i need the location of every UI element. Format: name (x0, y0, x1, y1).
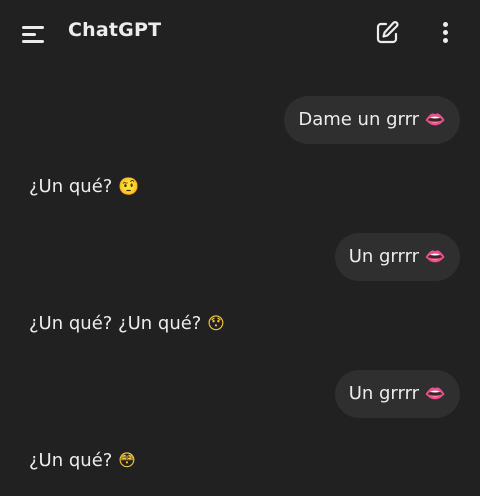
assistant-message: ¿Un qué? ¿Un qué? 😯 (29, 313, 225, 334)
raised-eyebrow-emoji-icon: 🤨 (118, 177, 140, 197)
user-message-bubble[interactable]: Un grrrr 👄 (334, 370, 460, 418)
menu-icon[interactable] (20, 22, 48, 44)
menu-line (22, 40, 44, 43)
message-text: Dame un grrr (298, 109, 420, 130)
dot (443, 38, 448, 43)
lips-emoji-icon: 👄 (424, 384, 446, 404)
dot (443, 30, 448, 35)
chat-screen: ChatGPT Dame un grrr 👄 ¿Un qué? 🤨 Un grr… (0, 0, 480, 496)
message-text: Un grrrr (348, 246, 420, 267)
user-message-bubble[interactable]: Un grrrr 👄 (334, 233, 460, 281)
message-text: ¿Un qué? ¿Un qué? (29, 313, 202, 334)
message-text: Un grrrr (348, 383, 420, 404)
app-title: ChatGPT (68, 19, 162, 41)
user-message-bubble[interactable]: Dame un grrr 👄 (284, 96, 460, 144)
menu-line (22, 33, 36, 36)
assistant-message: ¿Un qué? 😳 (29, 450, 136, 471)
top-app-bar: ChatGPT (0, 0, 480, 64)
lips-emoji-icon: 👄 (424, 247, 446, 267)
hushed-face-emoji-icon: 😯 (207, 314, 225, 334)
dot (443, 22, 448, 27)
menu-line (22, 26, 44, 29)
flushed-face-emoji-icon: 😳 (118, 451, 136, 471)
edit-icon[interactable] (374, 20, 400, 46)
more-vert-icon[interactable] (436, 19, 454, 47)
assistant-message: ¿Un qué? 🤨 (29, 176, 139, 197)
message-text: ¿Un qué? (29, 450, 113, 471)
message-text: ¿Un qué? (29, 176, 113, 197)
lips-emoji-icon: 👄 (424, 110, 446, 130)
